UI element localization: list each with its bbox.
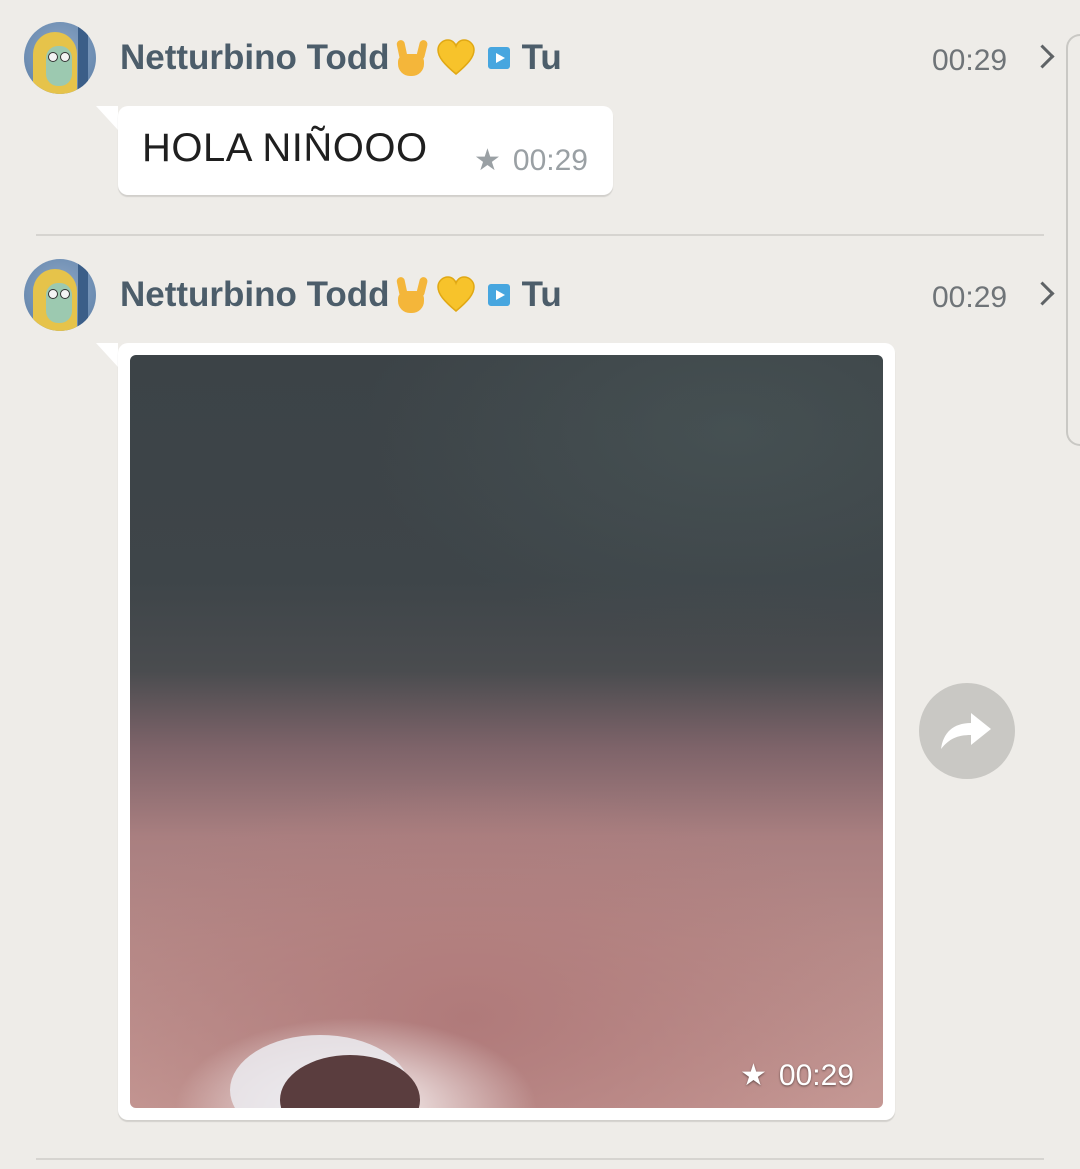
photo-message-bubble[interactable]: ★ 00:29: [118, 343, 895, 1120]
photo-shading: [130, 355, 883, 1108]
photo-thumbnail[interactable]: ★ 00:29: [130, 355, 883, 1108]
text-message-bubble[interactable]: HOLA NIÑOOO ★ 00:29: [118, 106, 613, 195]
message-divider: [36, 1158, 1044, 1160]
message-header[interactable]: Netturbino Todd Tu 00:29: [0, 259, 1080, 335]
message-meta: ★ 00:29: [474, 144, 588, 178]
forward-button[interactable]: [919, 683, 1015, 779]
header-time: 00:29: [932, 281, 1008, 314]
yellow-heart-icon: [436, 39, 475, 75]
bubble-tail: [96, 106, 118, 130]
forward-icon: [941, 713, 991, 749]
photo-meta: ★ 00:29: [740, 1059, 854, 1093]
sender-name: Netturbino Todd: [120, 275, 390, 314]
sign-of-the-horns-icon: [392, 38, 432, 78]
bubble-tail: [96, 343, 118, 367]
play-badge-icon: [487, 47, 510, 69]
star-icon: ★: [740, 1059, 767, 1092]
avatar[interactable]: [24, 259, 96, 331]
chevron-right-icon[interactable]: [1030, 44, 1055, 69]
play-badge-icon: [487, 284, 510, 306]
avatar-eye-left: [48, 52, 58, 62]
starred-messages-screen: Netturbino Todd Tu 00:29 HOLA NIÑOOO ★ 0…: [0, 0, 1080, 1169]
recipient-name: Tu: [521, 38, 562, 77]
avatar-eye-right: [60, 52, 70, 62]
message-time: 00:29: [512, 144, 588, 177]
sender-line: Netturbino Todd Tu: [120, 275, 562, 315]
avatar-background-bar: [78, 259, 88, 331]
chevron-right-icon[interactable]: [1030, 281, 1055, 306]
avatar-eye-right: [60, 289, 70, 299]
photo-time: 00:29: [778, 1059, 854, 1092]
avatar[interactable]: [24, 22, 96, 94]
sender-name: Netturbino Todd: [120, 38, 390, 77]
star-icon: ★: [474, 144, 501, 177]
sign-of-the-horns-icon: [392, 275, 432, 315]
message-text: HOLA NIÑOOO: [142, 126, 428, 170]
sender-line: Netturbino Todd Tu: [120, 38, 562, 78]
avatar-eye-left: [48, 289, 58, 299]
yellow-heart-icon: [436, 276, 475, 312]
recipient-name: Tu: [521, 275, 562, 314]
message-divider: [36, 234, 1044, 236]
message-header[interactable]: Netturbino Todd Tu 00:29: [0, 22, 1080, 98]
avatar-background-bar: [78, 22, 88, 94]
header-time: 00:29: [932, 44, 1008, 77]
